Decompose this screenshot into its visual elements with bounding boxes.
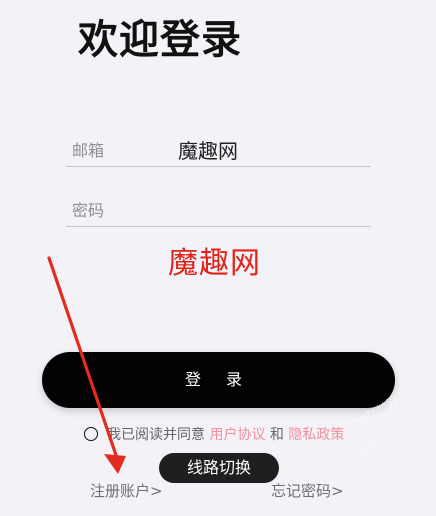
agreement-radio[interactable] — [84, 427, 98, 441]
agreement-connector: 和 — [269, 427, 284, 443]
agreement-text: 我已阅读并同意 用户协议 和 隐私政策 — [107, 424, 344, 444]
password-label: 密码 — [72, 201, 105, 220]
corner-watermark-secondary: moqu.com — [352, 426, 405, 461]
center-watermark: 魔趣网 — [168, 246, 261, 281]
switch-route-button[interactable]: 线路切换 — [159, 453, 279, 483]
user-agreement-link[interactable]: 用户协议 — [209, 427, 265, 443]
privacy-policy-link[interactable]: 隐私政策 — [288, 427, 344, 443]
arrow-head — [104, 454, 126, 474]
forgot-password-link[interactable]: 忘记密码> — [271, 480, 344, 501]
email-label: 邮箱 — [72, 141, 105, 160]
register-link[interactable]: 注册账户> — [90, 480, 163, 501]
email-field[interactable]: 邮箱 魔趣网 — [66, 128, 371, 167]
agreement-prefix: 我已阅读并同意 — [107, 427, 205, 443]
page-title: 欢迎登录 — [78, 17, 242, 63]
email-value[interactable]: 魔趣网 — [178, 135, 238, 164]
password-field[interactable]: 密码 — [66, 188, 371, 227]
login-screen: 欢迎登录 邮箱 魔趣网 密码 魔趣网 登 录 我已阅读并同意 用户协议 和 隐私… — [0, 0, 436, 516]
login-button[interactable]: 登 录 — [42, 352, 395, 408]
